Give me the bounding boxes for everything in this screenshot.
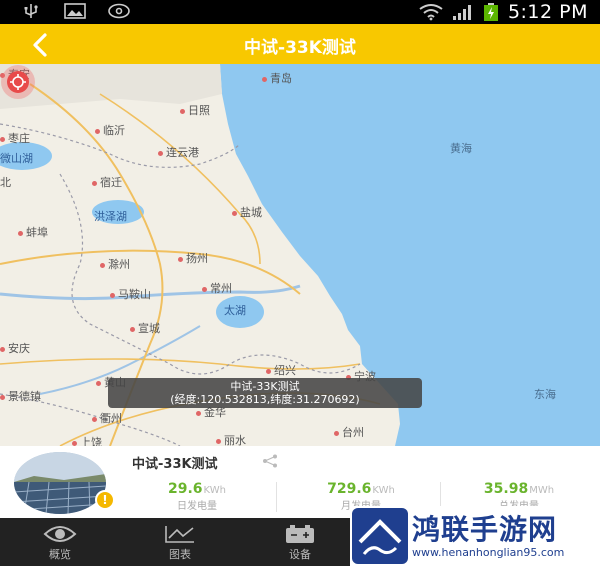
place-label: 绍兴 xyxy=(266,362,296,378)
tooltip-name: 中试-33K测试 xyxy=(230,380,300,393)
metric-daily-value: 29.6 xyxy=(168,481,203,497)
status-time: 5:12 PM xyxy=(507,1,588,23)
place-label: 衢州 xyxy=(92,410,122,426)
signal-icon xyxy=(452,5,471,20)
place-label: 北 xyxy=(0,176,11,189)
tab-device[interactable]: 设备 xyxy=(240,518,360,566)
place-label: 盐城 xyxy=(232,204,262,220)
metric-monthly-value: 729.6 xyxy=(327,481,372,497)
place-label: 景德镇 xyxy=(0,388,41,404)
tab-label: 概览 xyxy=(49,548,71,561)
place-label: 宣城 xyxy=(130,320,160,336)
metric-monthly-unit: KWh xyxy=(372,485,395,496)
station-photo xyxy=(14,452,106,514)
sea-label: 东海 xyxy=(534,388,556,401)
title-bar: 中试-33K测试 xyxy=(0,24,600,64)
warning-badge[interactable]: ! xyxy=(95,490,115,510)
place-label: 安庆 xyxy=(0,340,30,356)
place-label: 青岛 xyxy=(262,70,292,86)
status-bar: 5:12 PM xyxy=(0,0,600,24)
solar-panel-image xyxy=(14,452,106,514)
place-label: 宿迁 xyxy=(92,174,122,190)
location-pin-icon[interactable] xyxy=(0,64,36,100)
place-label: 上饶 xyxy=(72,434,102,446)
tab-label: 图表 xyxy=(169,548,191,561)
map-view[interactable]: 泰安 青岛 日照 临沂 枣庄 连云港 微山湖 宿迁 北 盐城 洪泽湖 蚌埠 滁州… xyxy=(0,64,600,446)
watermark: 鸿联手游网 www.henanhonglian95.com xyxy=(350,506,600,566)
tab-chart[interactable]: 图表 xyxy=(120,518,240,566)
battery-icon xyxy=(286,525,314,543)
tab-overview[interactable]: 概览 xyxy=(0,518,120,566)
lake-label: 太湖 xyxy=(224,304,246,317)
metric-daily-unit: KWh xyxy=(203,485,226,496)
share-icon[interactable] xyxy=(262,454,278,468)
eye-icon xyxy=(43,526,77,542)
place-label: 常州 xyxy=(202,280,232,296)
place-label: 枣庄 xyxy=(0,130,30,146)
place-label: 扬州 xyxy=(178,250,208,266)
lake-label: 洪泽湖 xyxy=(94,210,127,223)
battery-charging-icon xyxy=(483,3,498,21)
sea-label: 黄海 xyxy=(450,142,472,155)
place-label: 临沂 xyxy=(95,122,125,138)
tooltip-coords: (经度:120.532813,纬度:31.270692) xyxy=(170,393,360,406)
chart-icon xyxy=(165,526,194,543)
marker-tooltip[interactable]: 中试-33K测试 (经度:120.532813,纬度:31.270692) xyxy=(108,378,422,408)
place-label: 日照 xyxy=(180,102,210,118)
lake-label: 微山湖 xyxy=(0,152,33,165)
watermark-title: 鸿联手游网 xyxy=(412,513,558,546)
voicemail-icon xyxy=(108,3,130,19)
page-title: 中试-33K测试 xyxy=(244,38,356,58)
watermark-logo xyxy=(352,508,408,564)
place-label: 连云港 xyxy=(158,144,199,160)
watermark-url: www.henanhonglian95.com xyxy=(412,546,565,559)
place-label: 丽水 xyxy=(216,432,246,446)
place-label: 马鞍山 xyxy=(110,286,151,302)
station-name[interactable]: 中试-33K测试 xyxy=(132,453,218,472)
metric-daily-label: 日发电量 xyxy=(177,501,217,512)
place-label: 蚌埠 xyxy=(18,224,48,240)
metric-daily: 29.6KWh 日发电量 xyxy=(122,478,272,512)
usb-icon xyxy=(24,4,38,18)
metric-total-value: 35.98 xyxy=(483,481,529,497)
wifi-icon xyxy=(419,4,443,21)
place-label: 滁州 xyxy=(100,256,130,272)
metric-total-unit: MWh xyxy=(529,485,555,496)
tab-label: 设备 xyxy=(289,548,311,561)
place-label: 台州 xyxy=(334,424,364,440)
divider xyxy=(276,482,277,512)
image-icon xyxy=(64,3,86,19)
